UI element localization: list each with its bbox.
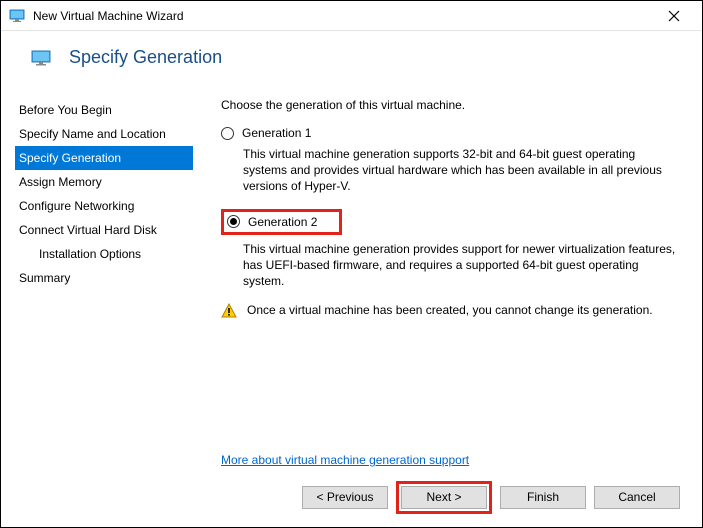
next-button[interactable]: Next > — [401, 486, 487, 509]
radio-generation-2[interactable]: Generation 2 — [227, 215, 317, 229]
sidebar-item-installation-options[interactable]: Installation Options — [15, 242, 193, 266]
app-icon — [9, 8, 25, 24]
radio-label-gen2: Generation 2 — [248, 215, 317, 229]
highlight-gen2: Generation 2 — [221, 209, 342, 235]
radio-label-gen1: Generation 1 — [242, 126, 311, 140]
window-title: New Virtual Machine Wizard — [33, 9, 654, 23]
gen2-description: This virtual machine generation provides… — [243, 241, 678, 290]
cancel-button[interactable]: Cancel — [594, 486, 680, 509]
content-pane: Choose the generation of this virtual ma… — [193, 88, 688, 477]
close-icon — [668, 10, 680, 22]
sidebar-item-configure-networking[interactable]: Configure Networking — [15, 194, 193, 218]
previous-button[interactable]: < Previous — [302, 486, 388, 509]
sidebar-item-specify-generation[interactable]: Specify Generation — [15, 146, 193, 170]
titlebar: New Virtual Machine Wizard — [1, 1, 702, 31]
body: Before You Begin Specify Name and Locati… — [1, 88, 702, 477]
sidebar-item-specify-name[interactable]: Specify Name and Location — [15, 122, 193, 146]
warning-text: Once a virtual machine has been created,… — [247, 303, 653, 317]
warning-icon — [221, 303, 237, 319]
radio-icon-selected — [227, 215, 240, 228]
close-button[interactable] — [654, 2, 694, 30]
gen1-description: This virtual machine generation supports… — [243, 146, 678, 195]
sidebar-item-connect-vhd[interactable]: Connect Virtual Hard Disk — [15, 218, 193, 242]
more-about-link[interactable]: More about virtual machine generation su… — [221, 453, 469, 467]
sidebar: Before You Begin Specify Name and Locati… — [15, 88, 193, 477]
sidebar-item-summary[interactable]: Summary — [15, 266, 193, 290]
sidebar-item-before-you-begin[interactable]: Before You Begin — [15, 98, 193, 122]
footer: < Previous Next > Finish Cancel — [1, 477, 702, 527]
header-icon — [31, 50, 51, 66]
finish-button[interactable]: Finish — [500, 486, 586, 509]
radio-icon — [221, 127, 234, 140]
radio-generation-1[interactable]: Generation 1 — [221, 126, 678, 140]
page-title: Specify Generation — [69, 47, 222, 68]
highlight-next: Next > — [396, 481, 492, 514]
wizard-window: New Virtual Machine Wizard Specify Gener… — [0, 0, 703, 528]
header: Specify Generation — [1, 31, 702, 88]
intro-text: Choose the generation of this virtual ma… — [221, 98, 678, 112]
help-link-area: More about virtual machine generation su… — [221, 453, 469, 467]
warning-row: Once a virtual machine has been created,… — [221, 303, 678, 319]
sidebar-item-assign-memory[interactable]: Assign Memory — [15, 170, 193, 194]
